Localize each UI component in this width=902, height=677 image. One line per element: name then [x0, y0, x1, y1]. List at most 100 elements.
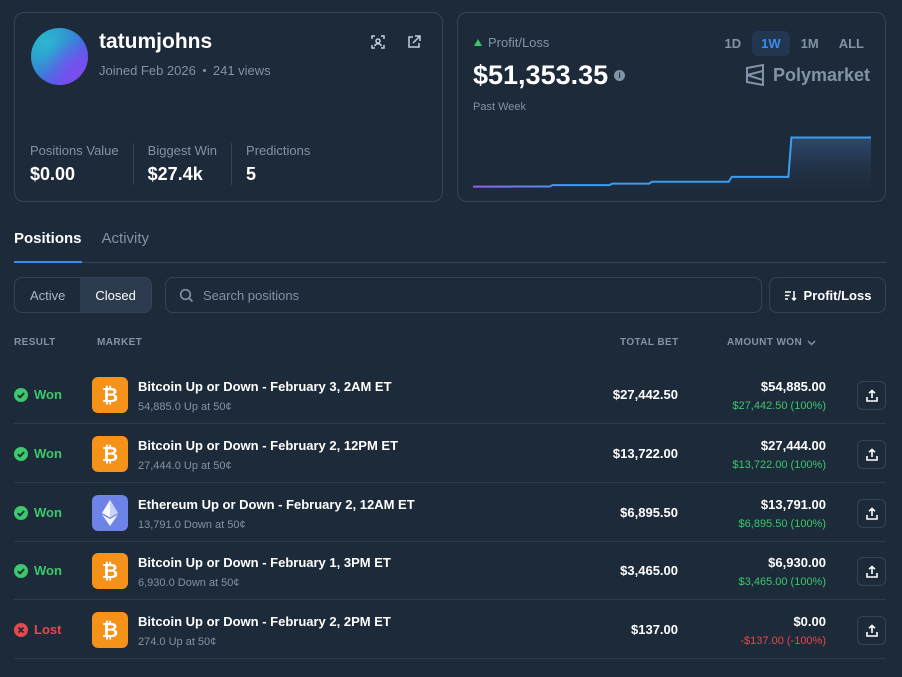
table-row[interactable]: Won ₿ Bitcoin Up or Down - February 2, 12P… — [14, 425, 886, 483]
table-row[interactable]: Won ₿ Bitcoin Up or Down - February 3, 2AM… — [14, 366, 886, 424]
table-row[interactable]: Won Ethereum Up or Down - February 2, 12A… — [14, 484, 886, 542]
table-row[interactable]: Won ₿ Bitcoin Up or Down - February 1, 3PM… — [14, 542, 886, 600]
result-status: Lost — [14, 622, 61, 637]
share-button[interactable] — [857, 381, 886, 410]
amount-won: $0.00 — [793, 614, 826, 629]
stat-label: Biggest Win — [147, 143, 218, 158]
amount-delta: $27,442.50 (100%) — [732, 400, 826, 412]
separator-dot — [202, 69, 206, 72]
range-tabs: 1D 1W 1M ALL — [716, 31, 873, 56]
external-link-icon[interactable] — [405, 33, 423, 51]
info-icon[interactable]: i — [614, 70, 626, 81]
total-bet: $3,465.00 — [620, 563, 678, 578]
amount-won: $27,444.00 — [760, 438, 826, 453]
market-title[interactable]: Bitcoin Up or Down - February 3, 2AM ET — [138, 379, 392, 394]
username: tatumjohns — [99, 30, 213, 53]
share-icon — [865, 623, 878, 637]
sort-label: Profit/Loss — [803, 287, 872, 303]
polymarket-icon — [745, 64, 764, 86]
result-status: Won — [14, 563, 62, 578]
search-icon — [179, 288, 194, 302]
status-toggle: Active Closed — [14, 277, 152, 313]
trend-up-icon — [474, 39, 482, 46]
share-button[interactable] — [857, 499, 886, 528]
share-button[interactable] — [857, 616, 886, 645]
toggle-closed[interactable]: Closed — [80, 278, 151, 312]
stat-value: 5 — [246, 164, 257, 184]
share-button[interactable] — [857, 440, 886, 469]
result-status: Won — [14, 387, 62, 402]
result-status: Won — [14, 446, 62, 461]
share-icon — [865, 447, 878, 461]
amount-delta: $3,465.00 (100%) — [738, 576, 826, 588]
sort-icon — [784, 290, 797, 301]
total-bet: $137.00 — [631, 622, 678, 637]
svg-text:₿: ₿ — [102, 443, 118, 465]
pnl-header: Profit/Loss — [474, 35, 549, 50]
joined-date: Joined Feb 2026 — [99, 63, 196, 78]
amount-won: $54,885.00 — [760, 379, 826, 394]
range-tab-1w[interactable]: 1W — [752, 31, 790, 56]
share-icon — [865, 564, 878, 578]
toggle-active[interactable]: Active — [15, 278, 80, 312]
range-tab-1d[interactable]: 1D — [716, 31, 751, 56]
ethereum-icon — [92, 495, 128, 531]
profile-stats: Positions Value $0.00 Biggest Win $27.4k… — [30, 143, 338, 185]
brand-name: Polymarket — [772, 64, 870, 85]
chevron-down-icon — [807, 339, 816, 346]
range-tab-all[interactable]: ALL — [830, 31, 873, 56]
profile-meta: Joined Feb 2026 241 views — [99, 63, 271, 78]
result-label: Won — [34, 387, 62, 402]
market-position: 6,930.0 Down at 50¢ — [138, 577, 240, 589]
market-title[interactable]: Ethereum Up or Down - February 2, 12AM E… — [138, 497, 415, 512]
col-total-bet[interactable]: TOTAL BET — [620, 337, 679, 348]
market-title[interactable]: Bitcoin Up or Down - February 2, 12PM ET — [138, 438, 398, 453]
pnl-value: $51,353.35 — [473, 60, 609, 90]
result-label: Won — [34, 505, 62, 520]
market-position: 54,885.0 Up at 50¢ — [138, 401, 232, 413]
market-position: 13,791.0 Down at 50¢ — [138, 519, 246, 531]
view-count: 241 views — [212, 63, 271, 78]
x-circle-icon — [14, 622, 28, 637]
col-amount-won[interactable]: AMOUNT WON — [727, 337, 816, 348]
profile-card: tatumjohns Joined Feb 2026 241 views Pos… — [14, 12, 443, 202]
share-icon — [865, 506, 878, 520]
share-icon — [865, 388, 878, 402]
svg-text:₿: ₿ — [102, 619, 118, 641]
profile-tabs: Positions Activity — [14, 218, 886, 263]
pnl-chart — [473, 136, 871, 195]
table-row[interactable]: Lost ₿ Bitcoin Up or Down - February 2, 2P… — [14, 601, 886, 659]
total-bet: $13,722.00 — [612, 446, 678, 461]
bitcoin-icon: ₿ — [92, 377, 128, 413]
check-circle-icon — [14, 505, 28, 520]
result-label: Lost — [34, 622, 62, 637]
search-input[interactable] — [203, 287, 723, 303]
share-button[interactable] — [857, 557, 886, 586]
check-circle-icon — [14, 446, 28, 461]
result-label: Won — [34, 563, 62, 578]
pnl-period: Past Week — [473, 101, 526, 113]
svg-text:₿: ₿ — [102, 560, 118, 582]
sort-button[interactable]: Profit/Loss — [769, 277, 886, 313]
market-title[interactable]: Bitcoin Up or Down - February 2, 2PM ET — [138, 614, 391, 629]
scan-icon[interactable] — [369, 33, 387, 51]
market-title[interactable]: Bitcoin Up or Down - February 1, 3PM ET — [138, 555, 391, 570]
bitcoin-icon: ₿ — [92, 553, 128, 589]
amount-delta: $6,895.50 (100%) — [738, 518, 826, 530]
pnl-label: Profit/Loss — [488, 35, 550, 50]
market-position: 274.0 Up at 50¢ — [138, 636, 217, 648]
bitcoin-icon: ₿ — [92, 612, 128, 648]
total-bet: $27,442.50 — [612, 387, 678, 402]
pnl-amount: $51,353.35 i — [473, 60, 626, 91]
market-position: 27,444.0 Up at 50¢ — [138, 460, 232, 472]
stat-value: $27.4k — [147, 164, 203, 184]
tab-activity[interactable]: Activity — [102, 218, 150, 263]
profit-loss-card: Profit/Loss $51,353.35 i Past Week 1D 1W… — [457, 12, 886, 202]
stat-label: Positions Value — [30, 143, 119, 158]
tab-positions[interactable]: Positions — [14, 218, 82, 263]
amount-delta: -$137.00 (-100%) — [740, 635, 826, 647]
polymarket-logo: Polymarket — [745, 64, 870, 86]
range-tab-1m[interactable]: 1M — [792, 31, 828, 56]
svg-text:₿: ₿ — [102, 384, 118, 406]
col-market: MARKET — [97, 337, 143, 348]
